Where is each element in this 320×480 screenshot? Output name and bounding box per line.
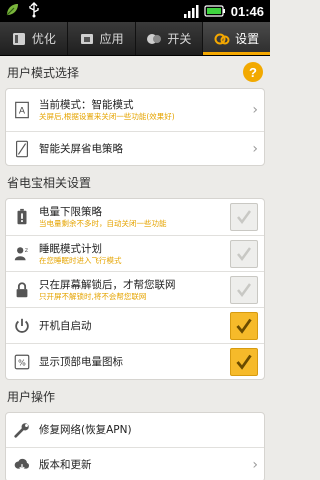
row-title: 当前模式：智能模式 bbox=[39, 99, 134, 111]
battery-icon bbox=[204, 3, 226, 19]
section-user-mode: 用户模式选择 ? bbox=[0, 56, 270, 88]
update-icon bbox=[12, 455, 32, 475]
autostart-row[interactable]: 开机自启动 bbox=[6, 307, 264, 343]
signal-icon bbox=[183, 3, 199, 19]
tab-switch[interactable]: 开关 bbox=[134, 22, 203, 55]
svg-text:A: A bbox=[19, 107, 26, 117]
row-title: 版本和更新 bbox=[39, 458, 92, 471]
autostart-checkbox[interactable] bbox=[230, 311, 258, 340]
check-icon bbox=[236, 354, 252, 370]
usb-icon bbox=[26, 2, 42, 18]
optimize-icon bbox=[12, 32, 25, 45]
screen-strategy-row[interactable]: 智能关屏省电策略 › bbox=[6, 131, 264, 165]
status-bar: 01:46 bbox=[0, 0, 270, 22]
sleep-plan-checkbox[interactable] bbox=[230, 239, 258, 268]
row-title: 电量下限策略 bbox=[39, 206, 102, 218]
row-title: 显示顶部电量图标 bbox=[39, 355, 123, 368]
percent-icon: % bbox=[12, 352, 32, 372]
switch-icon bbox=[147, 33, 162, 44]
settings-content[interactable]: 用户模式选择 ? A 当前模式：智能模式 关屏后,根据设置来关闭一些功能(效果好… bbox=[0, 56, 270, 480]
saver-card: 电量下限策略 当电量剩余不多时，自动关闭一些功能 z 睡眠模式计划 在您睡眠时进… bbox=[5, 198, 265, 380]
row-subtitle: 关屏后,根据设置来关闭一些功能(效果好) bbox=[39, 112, 175, 121]
settings-icon bbox=[214, 33, 230, 44]
lock-icon bbox=[12, 280, 32, 300]
tab-label: 开关 bbox=[167, 32, 192, 46]
chevron-right-icon: › bbox=[252, 140, 258, 157]
section-saver: 省电宝相关设置 bbox=[0, 166, 270, 198]
check-icon bbox=[237, 246, 252, 261]
tab-bar: 优化 应用 开关 设置 bbox=[0, 22, 270, 56]
tab-label: 优化 bbox=[31, 32, 56, 46]
check-icon bbox=[236, 318, 252, 334]
battery-limit-row[interactable]: 电量下限策略 当电量剩余不多时，自动关闭一些功能 bbox=[6, 199, 264, 235]
check-icon bbox=[237, 282, 252, 297]
row-title: 只在屏幕解锁后，才帮您联网 bbox=[39, 278, 176, 291]
user-ops-card: 修复网络(恢复APN) 版本和更新 › bbox=[5, 412, 265, 480]
sleep-icon: z bbox=[12, 244, 32, 264]
svg-text:z: z bbox=[25, 247, 29, 254]
row-subtitle: 只开屏不解锁时,将不会帮您联网 bbox=[39, 291, 147, 301]
current-mode-row[interactable]: A 当前模式：智能模式 关屏后,根据设置来关闭一些功能(效果好) › bbox=[6, 89, 264, 131]
row-title: 开机自启动 bbox=[39, 319, 92, 332]
tab-apps[interactable]: 应用 bbox=[66, 22, 135, 55]
battery-limit-checkbox[interactable] bbox=[230, 203, 258, 231]
svg-text:%: % bbox=[18, 357, 26, 367]
battery-icon-row[interactable]: % 显示顶部电量图标 bbox=[6, 343, 264, 379]
tab-settings[interactable]: 设置 bbox=[202, 22, 270, 55]
row-subtitle: 当电量剩余不多时，自动关闭一些功能 bbox=[39, 219, 167, 228]
mode-icon: A bbox=[12, 100, 32, 120]
version-update-row[interactable]: 版本和更新 › bbox=[6, 447, 264, 480]
row-subtitle: 在您睡眠时进入飞行模式 bbox=[39, 255, 122, 265]
tab-label: 应用 bbox=[99, 32, 124, 46]
unlock-network-checkbox[interactable] bbox=[230, 275, 258, 304]
tab-optimize[interactable]: 优化 bbox=[0, 22, 67, 55]
sleep-plan-row[interactable]: z 睡眠模式计划 在您睡眠时进入飞行模式 bbox=[6, 235, 264, 271]
help-button[interactable]: ? bbox=[243, 62, 263, 82]
section-title: 用户操作 bbox=[7, 389, 56, 404]
battery-alert-icon bbox=[12, 207, 32, 227]
row-title: 智能关屏省电策略 bbox=[39, 142, 123, 155]
leaf-icon bbox=[4, 2, 20, 18]
row-title: 修复网络(恢复APN) bbox=[39, 424, 132, 436]
section-title: 省电宝相关设置 bbox=[7, 175, 92, 190]
chevron-right-icon: › bbox=[252, 102, 258, 118]
user-mode-card: A 当前模式：智能模式 关屏后,根据设置来关闭一些功能(效果好) › 智能关屏省… bbox=[5, 88, 265, 166]
repair-network-row[interactable]: 修复网络(恢复APN) bbox=[6, 413, 264, 447]
section-user-ops: 用户操作 bbox=[0, 380, 270, 412]
tab-label: 设置 bbox=[235, 32, 260, 46]
clock: 01:46 bbox=[230, 3, 264, 19]
unlock-network-row[interactable]: 只在屏幕解锁后，才帮您联网 只开屏不解锁时,将不会帮您联网 bbox=[6, 271, 264, 307]
show-battery-checkbox[interactable] bbox=[230, 347, 258, 376]
apps-icon bbox=[80, 33, 93, 44]
screen-icon bbox=[12, 139, 32, 159]
chevron-right-icon: › bbox=[252, 456, 258, 473]
power-icon bbox=[12, 316, 32, 336]
wrench-icon bbox=[12, 420, 32, 440]
row-title: 睡眠模式计划 bbox=[39, 242, 102, 255]
check-icon bbox=[237, 210, 252, 225]
section-title: 用户模式选择 bbox=[7, 65, 80, 80]
